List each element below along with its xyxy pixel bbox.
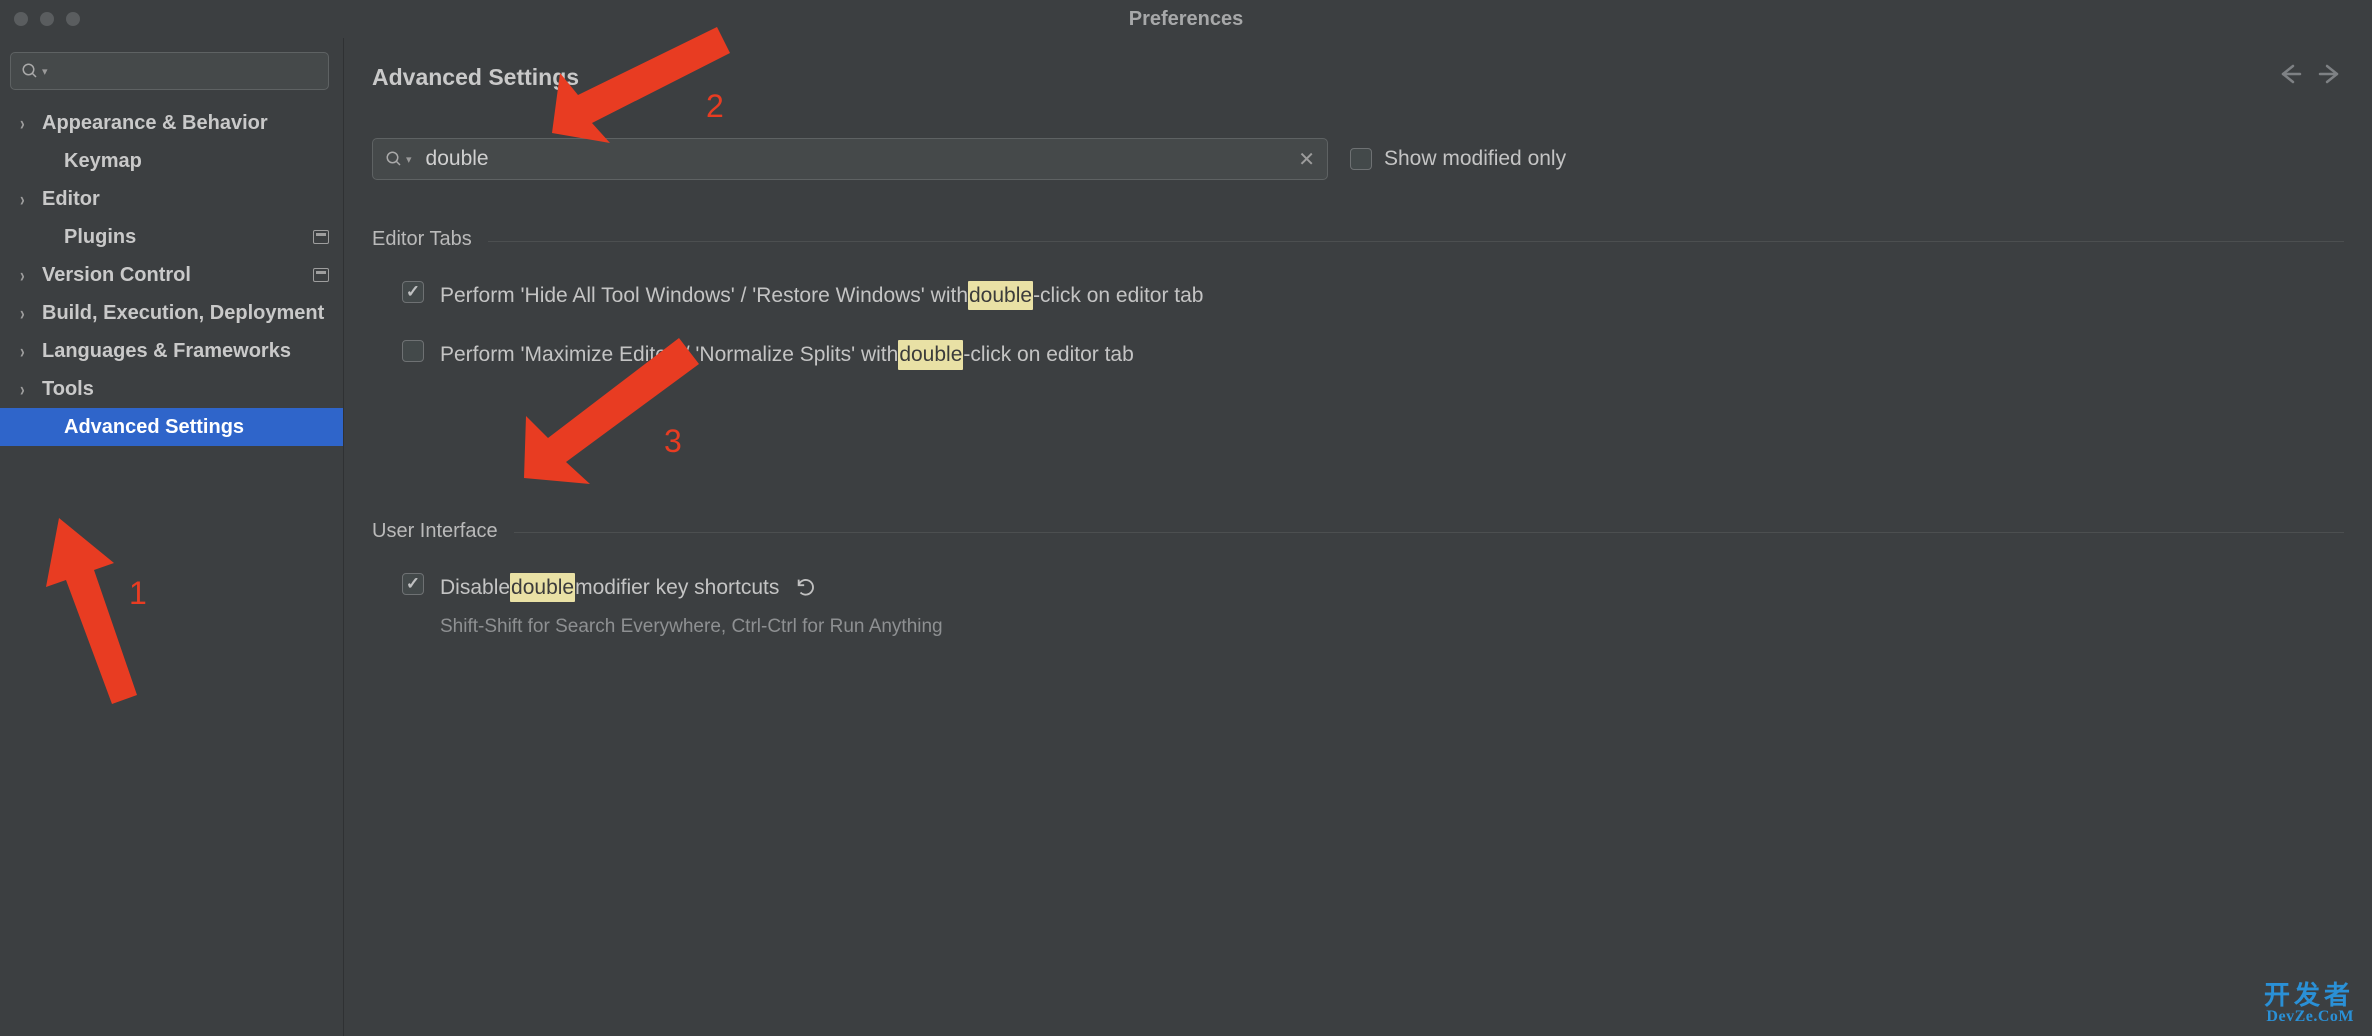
sidebar-item-label: Build, Execution, Deployment — [42, 302, 329, 325]
settings-section: User Interface Disable double modifier ke… — [344, 520, 2372, 638]
chevron-right-icon: › — [20, 378, 42, 400]
option-checkbox[interactable] — [402, 340, 424, 362]
chevron-right-icon: › — [20, 302, 42, 324]
sidebar: ▾ ›Appearance & BehaviorKeymap›EditorPlu… — [0, 38, 344, 1036]
watermark: 开发者 DevZe.CoM — [2264, 975, 2354, 1026]
show-modified-only-label: Show modified only — [1384, 147, 1566, 171]
option-label: Disable double modifier key shortcuts — [440, 573, 943, 602]
sidebar-search-input[interactable]: ▾ — [10, 52, 329, 90]
sidebar-item-label: Version Control — [42, 264, 313, 287]
window-title: Preferences — [0, 8, 2372, 31]
annotation-number-1: 1 — [129, 575, 147, 612]
option-label: Perform 'Hide All Tool Windows' / 'Resto… — [440, 281, 1203, 310]
chevron-right-icon: › — [20, 264, 42, 286]
settings-filter-input[interactable]: ▾ ✕ — [372, 138, 1328, 180]
sidebar-item-keymap[interactable]: Keymap — [0, 142, 343, 180]
chevron-down-icon: ▾ — [406, 153, 412, 166]
clear-filter-button[interactable]: ✕ — [1298, 147, 1315, 172]
reset-icon[interactable] — [795, 576, 817, 598]
sidebar-item-build-execution-deployment[interactable]: ›Build, Execution, Deployment — [0, 294, 343, 332]
search-highlight: double — [510, 573, 575, 602]
main-panel: Advanced Settings ▾ ✕ Show modified only — [344, 38, 2372, 1036]
sidebar-tree: ›Appearance & BehaviorKeymap›EditorPlugi… — [0, 104, 343, 446]
sidebar-item-label: Plugins — [64, 226, 313, 249]
option-label: Perform 'Maximize Editor' / 'Normalize S… — [440, 340, 1134, 369]
project-scope-icon — [313, 230, 329, 244]
section-title: User Interface — [372, 520, 498, 543]
chevron-down-icon: ▾ — [42, 65, 48, 78]
settings-option[interactable]: Perform 'Maximize Editor' / 'Normalize S… — [372, 340, 2344, 369]
sidebar-item-editor[interactable]: ›Editor — [0, 180, 343, 218]
sidebar-item-appearance-behavior[interactable]: ›Appearance & Behavior — [0, 104, 343, 142]
annotation-number-3: 3 — [664, 423, 682, 460]
sidebar-item-label: Keymap — [64, 150, 329, 173]
sidebar-item-label: Tools — [42, 378, 329, 401]
section-title: Editor Tabs — [372, 228, 472, 251]
sidebar-item-advanced-settings[interactable]: Advanced Settings — [0, 408, 343, 446]
filter-text-field[interactable] — [426, 147, 1299, 171]
settings-section: Editor Tabs Perform 'Hide All Tool Window… — [344, 228, 2372, 370]
chevron-right-icon: › — [20, 340, 42, 362]
page-title: Advanced Settings — [372, 64, 579, 91]
sidebar-item-tools[interactable]: ›Tools — [0, 370, 343, 408]
option-checkbox[interactable] — [402, 281, 424, 303]
sidebar-item-label: Editor — [42, 188, 329, 211]
sidebar-item-label: Advanced Settings — [64, 416, 329, 439]
search-highlight: double — [968, 281, 1033, 310]
annotation-number-2: 2 — [706, 88, 724, 125]
option-hint: Shift-Shift for Search Everywhere, Ctrl-… — [440, 616, 943, 638]
settings-option[interactable]: Perform 'Hide All Tool Windows' / 'Resto… — [372, 281, 2344, 310]
show-modified-only-checkbox[interactable]: Show modified only — [1350, 147, 1566, 171]
sidebar-item-label: Languages & Frameworks — [42, 340, 329, 363]
sidebar-item-version-control[interactable]: ›Version Control — [0, 256, 343, 294]
sidebar-item-languages-frameworks[interactable]: ›Languages & Frameworks — [0, 332, 343, 370]
sidebar-item-label: Appearance & Behavior — [42, 112, 329, 135]
nav-back-button[interactable] — [2278, 62, 2302, 92]
option-checkbox[interactable] — [402, 573, 424, 595]
chevron-right-icon: › — [20, 112, 42, 134]
settings-option[interactable]: Disable double modifier key shortcuts Shi… — [372, 573, 2344, 638]
nav-forward-button[interactable] — [2318, 62, 2342, 92]
search-icon — [385, 150, 403, 168]
sidebar-item-plugins[interactable]: Plugins — [0, 218, 343, 256]
chevron-right-icon: › — [20, 188, 42, 210]
search-highlight: double — [898, 340, 963, 369]
search-icon — [21, 62, 39, 80]
titlebar: Preferences — [0, 0, 2372, 38]
project-scope-icon — [313, 268, 329, 282]
